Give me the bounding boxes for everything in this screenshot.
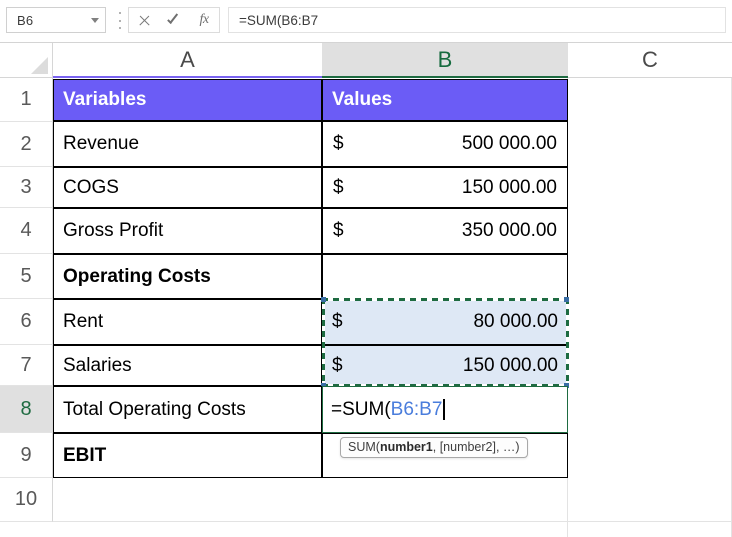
currency-symbol: $ [333,220,344,241]
cell-b2-amount: 500 000.00 [461,133,557,154]
cell-b4[interactable]: $ 350 000.00 [322,208,568,254]
row-header-5[interactable]: 5 [0,254,53,299]
cell-b4-amount: 350 000.00 [461,220,557,241]
row-header-3[interactable]: 3 [0,167,53,208]
marching-ants-top [322,298,569,301]
cell-a8[interactable]: Total Operating Costs [53,386,322,433]
cell-a7[interactable]: Salaries [53,345,322,386]
tooltip-prefix: SUM( [348,440,380,454]
cell-a2[interactable]: Revenue [53,121,322,167]
currency-symbol: $ [332,311,343,332]
formula-reference-text: B6:B7 [390,398,443,420]
cell-b3-amount: 150 000.00 [461,176,557,198]
gridline-row10-bottom [53,521,732,522]
row-header-6[interactable]: 6 [0,299,53,345]
select-all-corner[interactable] [0,43,53,78]
enter-button[interactable] [159,8,189,32]
column-header-a[interactable]: A [53,43,322,78]
formula-input-value: =SUM(B6:B7 [239,12,319,28]
close-icon [138,14,151,27]
excel-window: B6 fx =SUM(B6:B7 A B C 1 2 3 4 5 6 7 8 9… [0,0,732,537]
formula-input[interactable]: =SUM(B6:B7 [228,7,726,33]
name-box[interactable]: B6 [6,7,106,33]
name-box-value: B6 [17,12,34,28]
cell-b6-amount: 80 000.00 [473,311,558,332]
column-header-b[interactable]: B [322,43,568,78]
marching-ants-right [566,298,569,387]
cell-a3[interactable]: COGS [53,167,322,208]
range-handle-tl[interactable] [321,297,326,302]
row-header-9[interactable]: 9 [0,433,53,478]
cell-a4[interactable]: Gross Profit [53,208,322,254]
currency-symbol: $ [333,176,344,198]
column-header-c[interactable]: C [568,43,732,78]
cell-b1[interactable]: Values [322,79,568,121]
drag-dots-icon [116,12,124,29]
row-header-7[interactable]: 7 [0,345,53,386]
cell-b5[interactable] [322,254,568,299]
cancel-button[interactable] [129,8,159,32]
cell-b3[interactable]: $ 150 000.00 [322,167,568,208]
triangle-icon [31,57,48,74]
formula-function-text: =SUM( [331,398,391,420]
currency-symbol: $ [333,133,344,154]
function-argument-tooltip: SUM(number1, [number2], …) [340,437,528,458]
currency-symbol: $ [332,354,343,376]
column-header-row: A B C [0,43,732,78]
cell-b6[interactable]: $ 80 000.00 [322,299,568,345]
cell-a1[interactable]: Variables [53,79,322,121]
row-header-1[interactable]: 1 [0,78,53,122]
cell-a9[interactable]: EBIT [53,433,322,478]
cell-b7-amount: 150 000.00 [462,354,558,376]
row-header-8[interactable]: 8 [0,386,53,433]
formula-action-buttons: fx [128,7,220,33]
cell-b8-editing[interactable]: =SUM(B6:B7 [322,386,568,433]
insert-function-button[interactable]: fx [189,8,219,32]
cell-b7[interactable]: $ 150 000.00 [322,345,568,386]
range-handle-tr[interactable] [564,297,569,302]
marching-ants-left [322,298,325,387]
chevron-down-icon[interactable] [85,8,105,32]
fx-icon: fx [199,12,209,27]
row-header-2[interactable]: 2 [0,122,53,167]
cell-a6[interactable]: Rent [53,299,322,345]
check-icon [167,14,181,26]
tooltip-suffix: , [number2], …) [432,440,520,454]
row-header-10[interactable]: 10 [0,478,53,522]
formula-bar: B6 fx =SUM(B6:B7 [0,0,732,43]
worksheet-grid: 1 2 3 4 5 6 7 8 9 10 Variables Values Re… [0,78,732,537]
cell-a5[interactable]: Operating Costs [53,254,322,299]
tooltip-arg1: number1 [379,440,433,454]
row-header-4[interactable]: 4 [0,208,53,254]
text-caret [443,399,445,420]
cell-b2[interactable]: $ 500 000.00 [322,121,568,167]
